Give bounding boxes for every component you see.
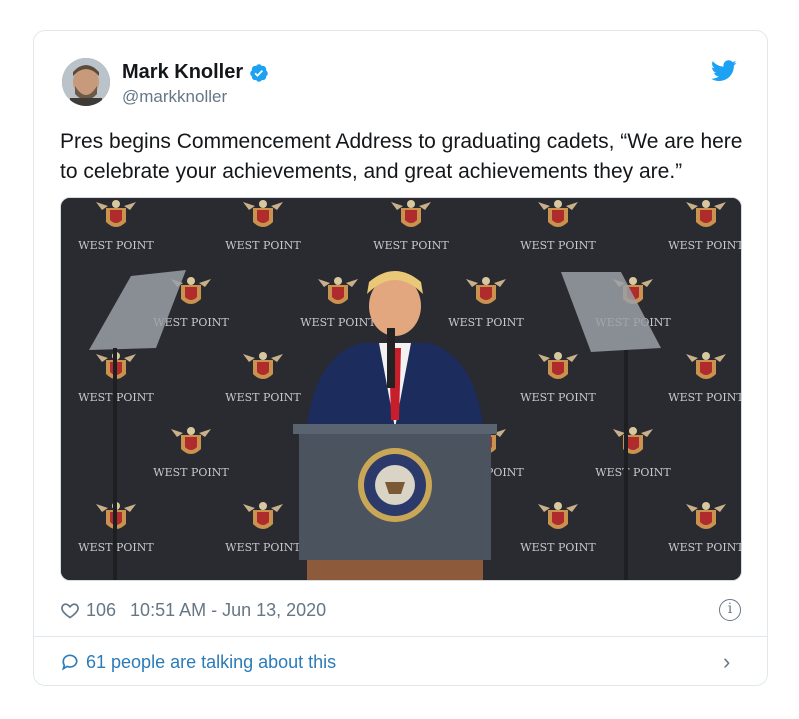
talking-link[interactable]: 61 people are talking about this ›: [60, 649, 743, 675]
backdrop-text: WEST POINT: [668, 391, 742, 404]
backdrop-text: WEST POINT: [595, 466, 671, 479]
talking-label[interactable]: 61 people are talking about this: [86, 652, 336, 673]
tweet-text: Pres begins Commencement Address to grad…: [60, 130, 743, 183]
backdrop-text: WEST POINT: [153, 466, 229, 479]
avatar[interactable]: [62, 58, 110, 106]
heart-icon[interactable]: [60, 600, 80, 620]
tweet-media-image[interactable]: WEST POINT WEST POINT WEST POINT WEST POINT…: [60, 197, 742, 581]
media-photo: WEST POINT WEST POINT WEST POINT WEST POINT…: [61, 198, 742, 580]
backdrop-text: WEST POINT: [373, 239, 449, 252]
backdrop-text: WEST POINT: [225, 541, 301, 554]
reply-bubble-icon: [61, 654, 78, 671]
backdrop-text: WEST POINT: [668, 239, 742, 252]
author-block[interactable]: Mark Knoller @markknoller: [122, 61, 269, 107]
backdrop-text: WEST POINT: [520, 541, 596, 554]
author-handle[interactable]: @markknoller: [122, 87, 269, 107]
verified-badge-icon: [250, 63, 268, 82]
avatar-image: [62, 58, 110, 106]
divider: [34, 636, 767, 637]
like-count[interactable]: 106: [86, 600, 116, 621]
chevron-right-icon[interactable]: ›: [723, 651, 743, 673]
tweet-card[interactable]: Mark Knoller @markknoller Pres begins Co…: [33, 30, 768, 686]
tweet-timestamp[interactable]: 10:51 AM - Jun 13, 2020: [130, 600, 326, 621]
twitter-bird-icon[interactable]: [711, 60, 737, 82]
backdrop-text: WEST POINT: [78, 239, 154, 252]
backdrop-text: WEST POINT: [225, 239, 301, 252]
backdrop-text: WEST POINT: [225, 391, 301, 404]
backdrop-text: WEST POINT: [448, 316, 524, 329]
backdrop-text: WEST POINT: [300, 316, 376, 329]
backdrop-text: WEST POINT: [520, 391, 596, 404]
tweet-meta: 106 10:51 AM - Jun 13, 2020 i: [60, 597, 743, 623]
backdrop-text: WEST POINT: [668, 541, 742, 554]
backdrop-text: WEST POINT: [520, 239, 596, 252]
info-icon[interactable]: i: [719, 599, 741, 621]
tweet-header: Mark Knoller @markknoller: [62, 56, 743, 108]
author-name[interactable]: Mark Knoller: [122, 61, 243, 84]
